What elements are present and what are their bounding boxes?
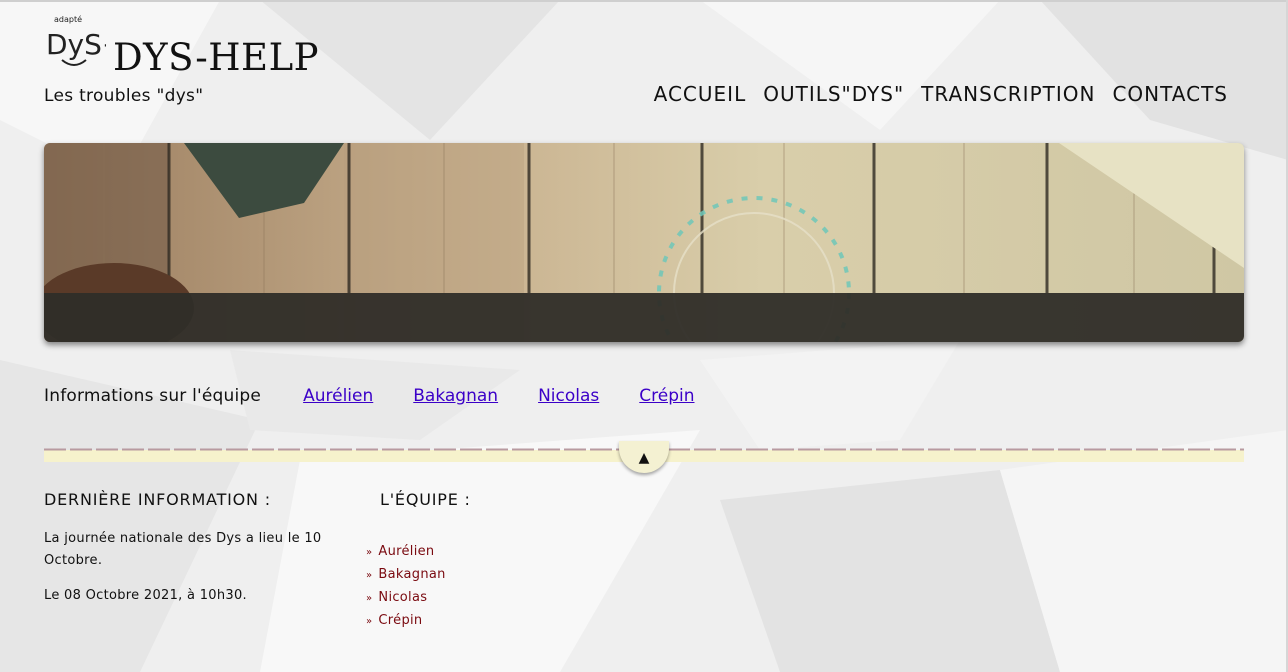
news-title: DERNIÈRE INFORMATION : xyxy=(44,490,271,509)
chevron-right-icon: » xyxy=(366,593,373,604)
main-nav: ACCUEIL OUTILS"DYS" TRANSCRIPTION CONTAC… xyxy=(654,82,1228,106)
nav-outils-dys[interactable]: OUTILS"DYS" xyxy=(763,82,904,106)
team-title: L'ÉQUIPE : xyxy=(380,490,471,509)
team-list-link-crepin[interactable]: Crépin xyxy=(378,613,422,628)
chevron-right-icon: » xyxy=(366,547,373,558)
site-tagline: Les troubles "dys" xyxy=(44,86,204,106)
nav-contacts[interactable]: CONTACTS xyxy=(1112,82,1228,106)
team-link-nicolas[interactable]: Nicolas xyxy=(538,386,599,406)
nav-accueil[interactable]: ACCUEIL xyxy=(654,82,747,106)
news-line: La journée nationale des Dys a lieu le 1… xyxy=(44,531,322,568)
dys-logo[interactable]: adapté DyS+ xyxy=(44,12,125,74)
news-content: La journée nationale des Dys a lieu le 1… xyxy=(44,528,334,620)
logo-small-text: adapté xyxy=(54,14,82,24)
team-info-label: Informations sur l'équipe xyxy=(44,386,262,406)
team-info-row: Informations sur l'équipe Aurélien Bakag… xyxy=(44,386,735,406)
chevron-right-icon: » xyxy=(366,570,373,581)
chevron-right-icon: » xyxy=(366,616,373,627)
team-list-link-bakagnan[interactable]: Bakagnan xyxy=(378,567,445,582)
triangle-up-icon: ▲ xyxy=(638,450,650,466)
team-list: » Aurélien » Bakagnan » Nicolas » Crépin xyxy=(366,541,446,633)
nav-transcription[interactable]: TRANSCRIPTION xyxy=(921,82,1095,106)
header-banner xyxy=(44,143,1244,342)
team-link-bakagnan[interactable]: Bakagnan xyxy=(413,386,498,406)
top-border xyxy=(0,0,1288,2)
list-item: » Bakagnan xyxy=(366,564,446,587)
logo-text: DyS+ xyxy=(46,28,106,61)
list-item: » Nicolas xyxy=(366,587,446,610)
list-item: » Aurélien xyxy=(366,541,446,564)
team-link-aurelien[interactable]: Aurélien xyxy=(303,386,373,406)
list-item: » Crépin xyxy=(366,610,446,633)
team-list-link-nicolas[interactable]: Nicolas xyxy=(378,590,427,605)
news-line: Le 08 Octobre 2021, à 10h30. xyxy=(44,588,247,603)
site-title[interactable]: DYS-HELP xyxy=(113,36,319,79)
team-link-crepin[interactable]: Crépin xyxy=(639,386,694,406)
team-list-link-aurelien[interactable]: Aurélien xyxy=(378,544,434,559)
